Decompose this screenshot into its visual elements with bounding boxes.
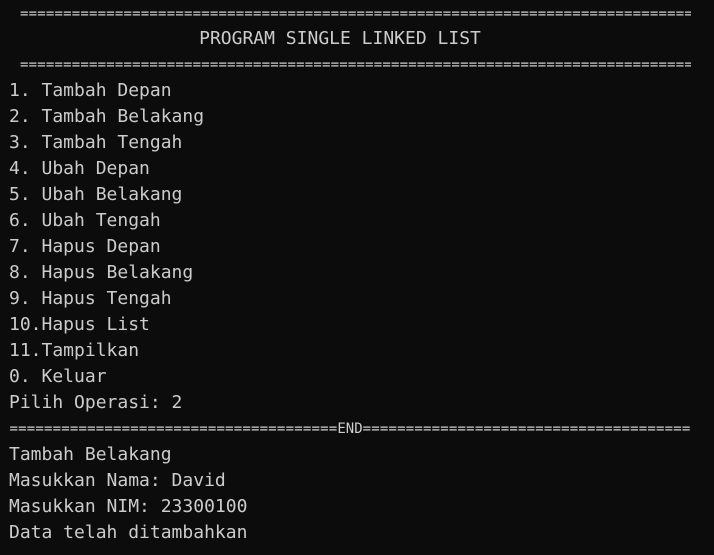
end-separator-left: ======================================== [9, 421, 338, 437]
menu-item: 1. Tambah Depan [9, 80, 172, 101]
end-separator-right: ======================================== [362, 421, 691, 437]
menu-item: 0. Keluar [9, 366, 107, 387]
menu-item: 8. Hapus Belakang [9, 262, 194, 283]
menu-item: 4. Ubah Depan [9, 158, 150, 179]
end-label: END [337, 421, 363, 437]
menu-item: 6. Ubah Tengah [9, 210, 161, 231]
menu-item: 10.Hapus List [9, 314, 150, 335]
header-top-separator: ========================================… [20, 6, 691, 22]
menu-item: 5. Ubah Belakang [9, 184, 183, 205]
output-line: Masukkan Nama: David [9, 470, 226, 491]
menu-item: 7. Hapus Depan [9, 236, 161, 257]
menu-item: 11.Tampilkan [9, 340, 140, 361]
menu-item: 3. Tambah Tengah [9, 132, 183, 153]
terminal-window[interactable]: ========================================… [0, 0, 714, 555]
menu-item: 9. Hapus Tengah [9, 288, 172, 309]
operation-prompt: Pilih Operasi: 2 [9, 392, 183, 413]
end-separator: ========================================… [9, 416, 691, 442]
header-bottom-separator: ========================================… [20, 57, 691, 73]
output-line: Tambah Belakang [9, 444, 172, 465]
output-line: Masukkan NIM: 23300100 [9, 496, 248, 517]
output-line: Data telah ditambahkan [9, 522, 248, 543]
menu-item: 2. Tambah Belakang [9, 106, 205, 127]
program-title: PROGRAM SINGLE LINKED LIST [199, 28, 481, 49]
